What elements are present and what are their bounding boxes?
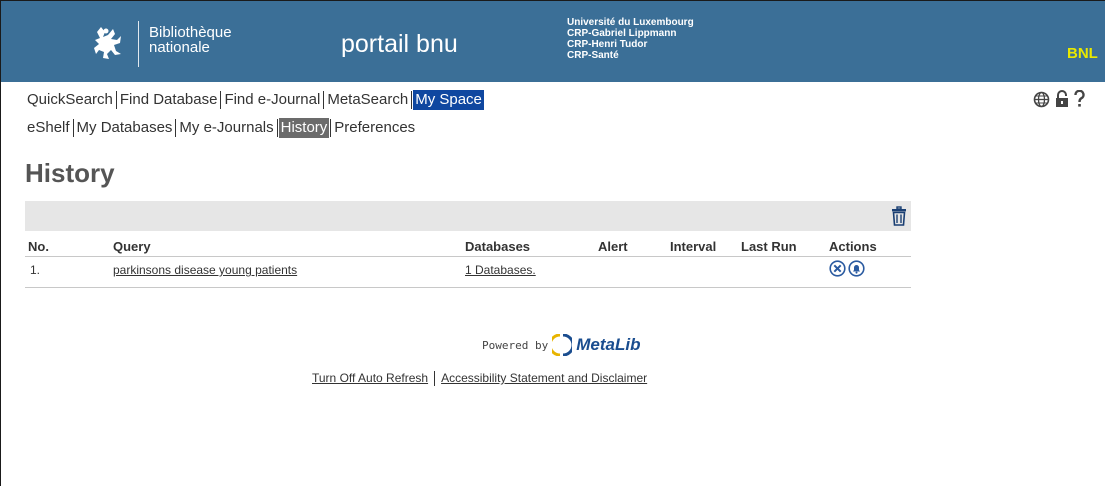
partner-name: CRP-Gabriel Lippmann (567, 28, 677, 39)
tab-find-ejournal[interactable]: Find e-Journal (222, 90, 322, 110)
portal-title: portail bnu (341, 30, 458, 58)
tab-my-space[interactable]: My Space (413, 90, 484, 110)
help-icon[interactable] (1074, 89, 1085, 113)
logo-line-1: Bibliothèque (149, 24, 232, 41)
subtab-my-databases[interactable]: My Databases (75, 118, 175, 138)
lion-crest-icon (94, 27, 121, 59)
footer-divider (434, 370, 436, 386)
bnl-corner-mark: BNL (1067, 45, 1098, 62)
powered-by-label: Powered by (482, 338, 549, 352)
tab-divider (323, 91, 325, 109)
row-number: 1. (30, 263, 41, 277)
query-link[interactable]: parkinsons disease young patients (113, 263, 297, 277)
powered-by-metalib: Powered by MetaLib (482, 334, 640, 356)
subtab-my-ejournals[interactable]: My e-Journals (177, 118, 275, 138)
library-logo-text: Bibliothèque nationale (149, 25, 232, 55)
alert-bell-icon[interactable] (848, 260, 865, 282)
subtab-preferences[interactable]: Preferences (332, 118, 417, 138)
footer-links: Turn Off Auto Refresh Accessibility Stat… (312, 370, 647, 386)
subtab-history[interactable]: History (278, 118, 330, 138)
lock-icon[interactable] (1055, 90, 1069, 113)
tab-divider (115, 91, 117, 109)
subtab-eshelf[interactable]: eShelf (25, 118, 72, 138)
tab-divider (411, 91, 413, 109)
logo-divider (138, 21, 139, 67)
column-header-last-run: Last Run (741, 239, 797, 254)
partner-institutions: Université du Luxembourg CRP-Gabriel Lip… (567, 17, 694, 61)
metalib-logo-icon (552, 334, 573, 356)
turn-off-auto-refresh-link[interactable]: Turn Off Auto Refresh (312, 370, 428, 386)
column-header-alert: Alert (598, 239, 628, 254)
column-header-query: Query (113, 239, 151, 254)
tab-divider (220, 91, 222, 109)
column-header-interval: Interval (670, 239, 717, 254)
partner-name: CRP-Henri Tudor (567, 39, 648, 50)
logo-line-2: nationale (149, 39, 210, 56)
utility-icons (1033, 89, 1085, 113)
header-row-divider (25, 256, 911, 257)
column-header-databases: Databases (465, 239, 531, 254)
sub-nav-tabs: eShelf My Databases My e-Journals Histor… (25, 118, 417, 138)
metalib-wordmark: MetaLib (576, 335, 641, 354)
row-divider (25, 287, 911, 288)
delete-icon[interactable] (829, 260, 846, 282)
tab-divider (330, 119, 332, 137)
history-toolbar (25, 201, 911, 231)
tab-divider (175, 119, 177, 137)
header-banner: Bibliothèque nationale portail bnu Unive… (1, 1, 1105, 82)
tab-find-database[interactable]: Find Database (118, 90, 220, 110)
page-title: History (25, 158, 115, 188)
tab-divider (276, 119, 278, 137)
delete-all-trash-icon[interactable] (891, 206, 907, 231)
partner-name: Université du Luxembourg (567, 17, 694, 28)
databases-link[interactable]: 1 Databases. (465, 263, 536, 277)
column-header-actions: Actions (829, 239, 877, 254)
tab-metasearch[interactable]: MetaSearch (325, 90, 410, 110)
accessibility-statement-link[interactable]: Accessibility Statement and Disclaimer (441, 370, 647, 386)
tab-quicksearch[interactable]: QuickSearch (25, 90, 115, 110)
column-header-no: No. (28, 239, 49, 254)
partner-name: CRP-Santé (567, 50, 619, 61)
main-nav-tabs: QuickSearch Find Database Find e-Journal… (25, 90, 484, 110)
tab-divider (72, 119, 74, 137)
globe-icon[interactable] (1033, 91, 1050, 113)
